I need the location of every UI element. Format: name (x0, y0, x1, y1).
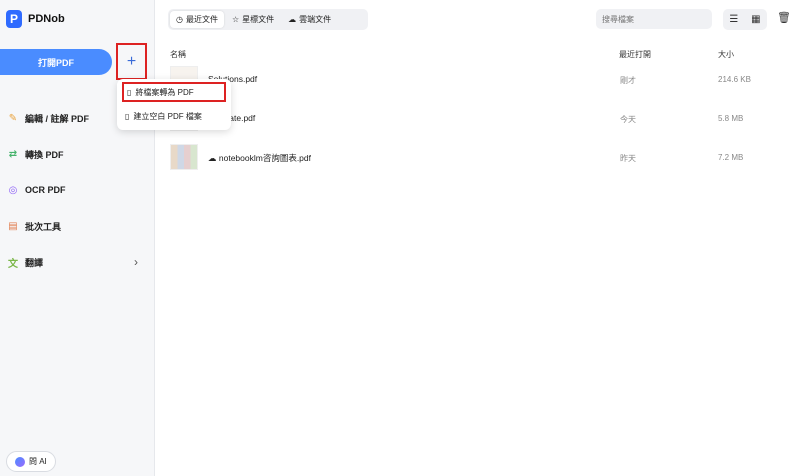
file-convert-icon: ▯ (127, 87, 132, 97)
file-thumbnail (170, 144, 198, 170)
table-row[interactable]: e_create.pdf 今天 5.8 MB (168, 105, 800, 133)
brand: P PDNob (6, 10, 65, 28)
sidebar: P PDNob 打開PDF + ✎ 編輯 / 註解 PDF ⇄ 轉換 PDF ◎… (0, 0, 155, 476)
sidebar-item-label: OCR PDF (25, 185, 66, 195)
sidebar-item-batch[interactable]: ▤ 批次工具 (6, 208, 146, 244)
sidebar-item-label: 編輯 / 註解 PDF (25, 113, 90, 124)
file-date: 昨天 (620, 154, 636, 163)
ask-ai-label: 問 AI (29, 457, 47, 466)
table-row[interactable]: ☁ notebooklm咨詢圖表.pdf 昨天 7.2 MB (168, 144, 800, 172)
cloud-icon: ☁ (288, 15, 297, 24)
menu-item-convert-to-pdf[interactable]: ▯ 將檔案轉為 PDF (122, 82, 226, 102)
star-icon: ☆ (231, 15, 240, 24)
menu-item-create-blank-pdf[interactable]: ▯ 建立空白 PDF 檔案 (122, 106, 202, 126)
cloud-icon: ☁ (208, 153, 217, 163)
app-name: PDNob (28, 13, 65, 25)
sidebar-item-label: 轉換 PDF (25, 149, 64, 160)
convert-icon: ⇄ (8, 148, 18, 160)
tab-recent[interactable]: ◷ 最近文件 (170, 11, 224, 28)
tab-cloud[interactable]: ☁ 雲端文件 (282, 11, 337, 28)
table-row[interactable]: Solutions.pdf 剛才 214.6 KB (168, 66, 800, 94)
document-tabs: ◷ 最近文件 ☆ 星標文件 ☁ 雲端文件 (168, 9, 368, 30)
file-date: 今天 (620, 115, 636, 124)
tab-label: 最近文件 (185, 15, 218, 24)
sidebar-item-translate[interactable]: 文 翻譯 › (6, 244, 146, 280)
sidebar-item-label: 批次工具 (25, 221, 62, 232)
ask-ai-button[interactable]: 問 AI (6, 451, 56, 472)
sidebar-item-convert[interactable]: ⇄ 轉換 PDF (6, 136, 146, 172)
table-header: 名稱 最近打開 大小 (170, 49, 800, 63)
sidebar-item-ocr[interactable]: ◎ OCR PDF (6, 172, 146, 208)
view-toggle: ☰ ▦ (723, 9, 767, 30)
open-pdf-button[interactable]: 打開PDF (0, 49, 112, 75)
list-view-icon[interactable]: ☰ (729, 14, 738, 25)
grid-view-icon[interactable]: ▦ (751, 14, 760, 25)
menu-item-label: 建立空白 PDF 檔案 (133, 111, 202, 121)
file-size: 214.6 KB (718, 75, 751, 84)
column-date[interactable]: 最近打開 (619, 49, 651, 60)
edit-icon: ✎ (8, 112, 18, 124)
file-new-icon: ▯ (125, 111, 130, 121)
add-popup-menu: ▯ 將檔案轉為 PDF ▯ 建立空白 PDF 檔案 (117, 79, 231, 130)
file-name-wrap: ☁ notebooklm咨詢圖表.pdf (208, 152, 311, 164)
chevron-right-icon: › (134, 255, 138, 269)
file-size: 5.8 MB (718, 114, 744, 123)
translate-icon: 文 (8, 258, 18, 270)
batch-icon: ▤ (8, 220, 18, 232)
clock-icon: ◷ (176, 15, 183, 24)
ai-icon (15, 456, 25, 467)
column-name[interactable]: 名稱 (170, 49, 186, 60)
plus-icon: + (126, 52, 137, 70)
file-name: notebooklm咨詢圖表.pdf (218, 153, 311, 163)
tab-label: 星標文件 (242, 15, 275, 24)
ocr-icon: ◎ (8, 184, 18, 196)
trash-icon[interactable]: 🗑 (777, 11, 791, 24)
menu-item-label: 將檔案轉為 PDF (135, 87, 194, 97)
tab-starred[interactable]: ☆ 星標文件 (226, 11, 280, 28)
add-plus-button[interactable]: + (116, 43, 147, 80)
pdnob-logo-icon: P (6, 10, 22, 28)
file-size: 7.2 MB (718, 153, 744, 162)
search-input[interactable] (596, 9, 712, 29)
file-date: 剛才 (620, 76, 636, 85)
sidebar-item-label: 翻譯 (25, 257, 44, 268)
tab-label: 雲端文件 (299, 15, 332, 24)
column-size[interactable]: 大小 (718, 49, 734, 60)
